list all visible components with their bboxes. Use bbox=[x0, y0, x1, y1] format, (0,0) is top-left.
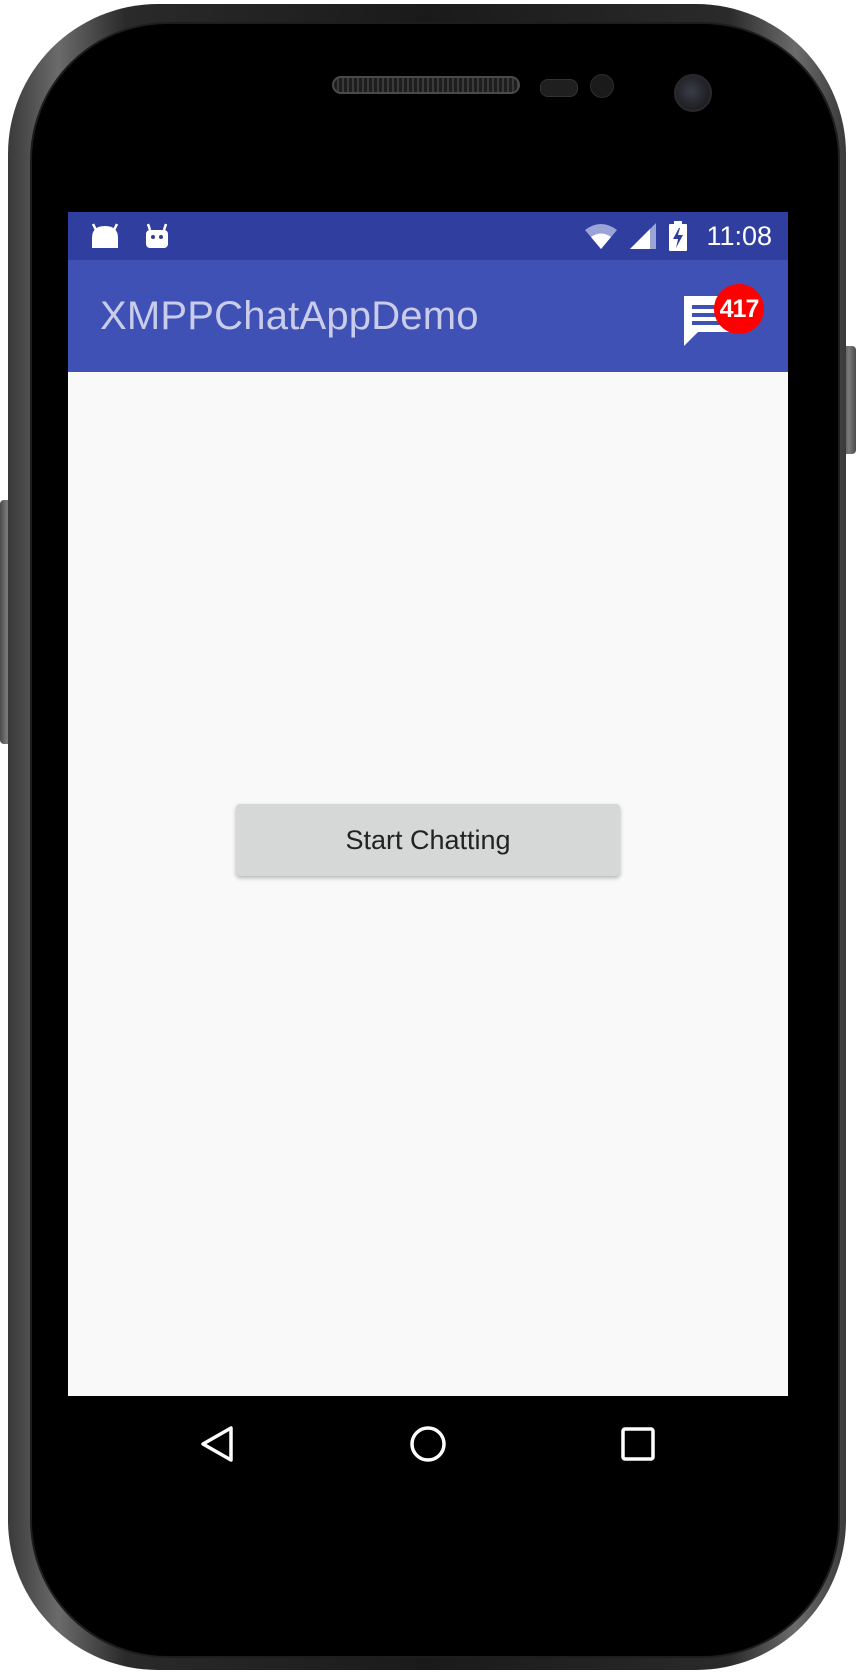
start-chatting-button[interactable]: Start Chatting bbox=[236, 804, 620, 876]
navigation-bar bbox=[68, 1396, 788, 1492]
chat-button[interactable]: 417 bbox=[682, 284, 764, 354]
app-bar: XMPPChatAppDemo 417 bbox=[68, 260, 788, 372]
status-time: 11:08 bbox=[706, 220, 772, 251]
recents-button[interactable] bbox=[578, 1396, 698, 1492]
android-notification-icon bbox=[91, 223, 119, 248]
front-camera bbox=[674, 74, 712, 112]
status-bar: 11:08 bbox=[68, 212, 788, 260]
notification-badge: 417 bbox=[714, 284, 764, 334]
earpiece-speaker bbox=[332, 76, 520, 94]
back-icon bbox=[201, 1426, 233, 1462]
main-content: Start Chatting bbox=[68, 372, 788, 1396]
recents-icon bbox=[621, 1427, 655, 1461]
app-title: XMPPChatAppDemo bbox=[100, 294, 479, 338]
back-button[interactable] bbox=[158, 1396, 278, 1492]
home-button[interactable] bbox=[368, 1396, 488, 1492]
cell-signal-icon bbox=[630, 223, 657, 249]
battery-charging-icon bbox=[669, 221, 688, 251]
device-screen: 11:08 XMPPChatAppDemo 417 Start Chatting bbox=[68, 212, 788, 1492]
proximity-sensor bbox=[540, 79, 578, 97]
wifi-icon bbox=[585, 224, 618, 249]
light-sensor bbox=[590, 74, 614, 98]
android-debug-icon bbox=[146, 223, 168, 248]
phone-frame: 11:08 XMPPChatAppDemo 417 Start Chatting bbox=[0, 0, 856, 1676]
home-icon bbox=[410, 1426, 446, 1462]
